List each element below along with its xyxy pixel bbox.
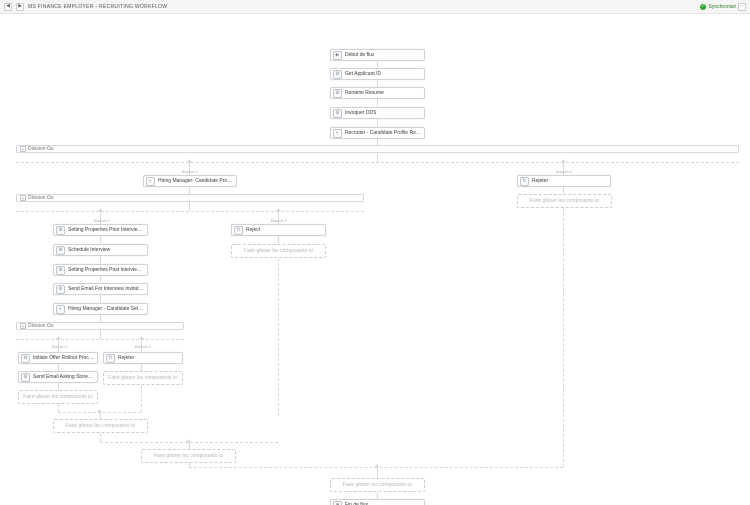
wrench-icon: ⚙	[21, 373, 30, 382]
node-initiate-offer[interactable]: ⚙Initiate Offer Rollout Process	[18, 352, 98, 364]
play-button[interactable]: ▶	[16, 3, 24, 11]
wrench-icon: ⚙	[21, 354, 30, 363]
gear-icon: ⚙	[333, 109, 342, 118]
back-button[interactable]: ◀	[4, 3, 12, 11]
sync-label: Synchronisé	[708, 4, 736, 10]
wrench-icon: ⚙	[333, 89, 342, 98]
drop-zone[interactable]: Faire glisser les composants ici	[53, 419, 148, 433]
workflow-canvas[interactable]: ▶Début de flux ⚙Get Applicant ID ⚙Rename…	[0, 14, 750, 505]
branch-icon: ⑂	[20, 146, 26, 152]
node-rejeter-2[interactable]: ↻Rejeter	[103, 352, 183, 364]
split-or-2[interactable]: ⑂Division Ou	[16, 194, 364, 202]
split-or-1[interactable]: ⑂Division Ou	[16, 145, 739, 153]
node-start[interactable]: ▶Début de flux	[330, 49, 425, 61]
user-icon: ◐	[146, 177, 155, 186]
user-icon: ◐	[333, 129, 342, 138]
branch-label: Branch 2	[135, 344, 151, 349]
node-invoquer-dds[interactable]: ⚙Invoquer DDS	[330, 107, 425, 119]
node-send-email-inv[interactable]: ⚙Send Email For Interview Invitation	[53, 283, 148, 295]
node-schedule-interview[interactable]: ⚙Schedule Interview	[53, 244, 148, 256]
branch-label: Branch 2	[556, 169, 572, 174]
wrench-icon: ⚙	[56, 246, 65, 255]
node-set-props-post[interactable]: ⚙Setting Properties Post Interview Schec…	[53, 264, 148, 276]
node-set-props-prior[interactable]: ⚙Setting Properties Prior Interview Sche…	[53, 224, 148, 236]
wrench-icon: ⚙	[333, 70, 342, 79]
split-or-3[interactable]: ⑂Division Ou	[16, 322, 184, 330]
reload-icon: ↻	[106, 354, 115, 363]
node-end[interactable]: ■Fin de flux	[330, 499, 425, 505]
drop-zone[interactable]: Faire glisser les composants ici	[141, 449, 236, 463]
reload-icon: ↻	[520, 177, 529, 186]
node-rename-resume[interactable]: ⚙Rename Resume	[330, 87, 425, 99]
drop-zone[interactable]: Faire glisser les composants ici	[18, 390, 98, 404]
wrench-icon: ⚙	[56, 266, 65, 275]
play-icon: ▶	[333, 51, 342, 60]
node-send-email-store[interactable]: ⚙Send Email Asking Store Data...	[18, 371, 98, 383]
wrench-icon: ⚙	[56, 226, 65, 235]
node-hiring-mgr-sel[interactable]: ◐Hiring Manager - Candidate Selection	[53, 303, 148, 315]
branch-icon: ⑂	[20, 323, 26, 329]
branch-icon: ⑂	[20, 195, 26, 201]
branch-label: Branch 1	[52, 344, 68, 349]
branch-label: Branch 1	[182, 169, 198, 174]
check-icon	[700, 4, 706, 10]
drop-zone[interactable]: Faire glisser les composants ici	[231, 244, 326, 258]
node-recruiter-review[interactable]: ◐Recruiter - Candidate Profile Review	[330, 127, 425, 139]
drop-zone[interactable]: Faire glisser les composants ici	[330, 478, 425, 492]
node-hiring-mgr-review[interactable]: ◐Hiring Manager- Candidate Profile Revi.…	[143, 175, 237, 187]
drop-zone[interactable]: Faire glisser les composants ici	[103, 371, 183, 385]
user-icon: ◐	[56, 305, 65, 314]
branch-label: Branch 1	[94, 218, 110, 223]
node-get-applicant[interactable]: ⚙Get Applicant ID	[330, 68, 425, 80]
wrench-icon: ⚙	[56, 285, 65, 294]
sync-status: Synchronisé	[700, 4, 736, 10]
reload-icon: ↻	[234, 226, 243, 235]
settings-button[interactable]: ⋯	[738, 3, 746, 11]
workflow-title: MS FINANCE EMPLOYER - RECRUITING WORKFLO…	[28, 4, 167, 10]
node-reject[interactable]: ↻Reject	[231, 224, 326, 236]
branch-label: Branch 2	[271, 218, 287, 223]
stop-icon: ■	[333, 501, 342, 505]
top-toolbar: ◀ ▶ MS FINANCE EMPLOYER - RECRUITING WOR…	[0, 0, 750, 14]
drop-zone[interactable]: Faire glisser les composants ici	[517, 194, 612, 208]
node-rejeter-1[interactable]: ↻Rejeter	[517, 175, 611, 187]
